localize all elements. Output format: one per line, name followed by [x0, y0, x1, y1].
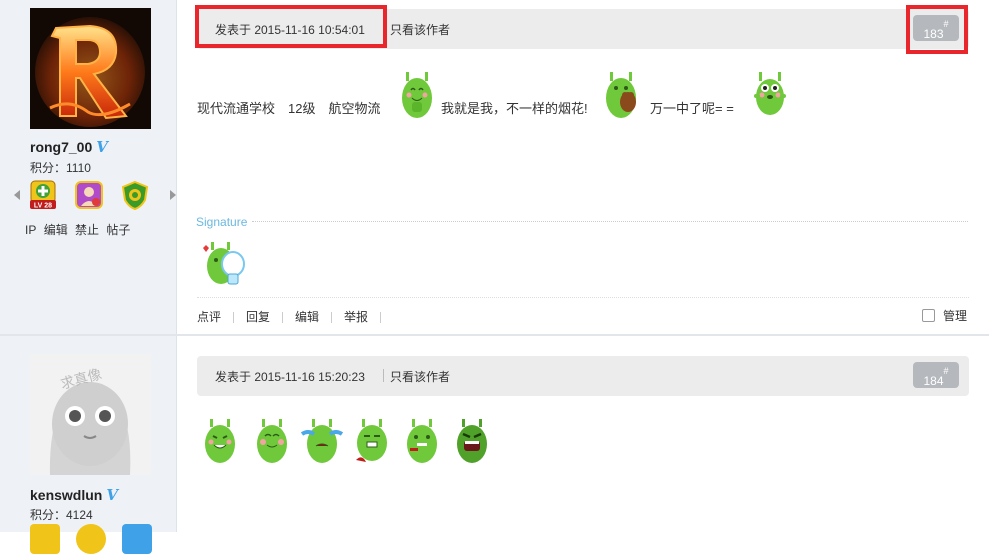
post-header: 发表于 2015-11-16 15:20:23 只看该作者 184#: [197, 356, 969, 396]
verified-v-icon: V: [96, 138, 108, 156]
signature-label: Signature: [196, 215, 248, 229]
user-tools: IP 编辑 禁止 帖子: [25, 221, 134, 238]
default-avatar-image: 求真像: [30, 354, 151, 475]
user-medal-icon[interactable]: [76, 524, 106, 554]
reply-button[interactable]: 回复: [246, 310, 270, 324]
verified-v-icon: V: [106, 486, 118, 504]
post-actions: 点评 回复 编辑 举报: [197, 308, 393, 325]
action-separator: [380, 312, 382, 324]
fire-letter-r-avatar-image: [30, 8, 151, 129]
green-monster-emoji-icon: [352, 416, 392, 469]
green-monster-emoji-icon: [300, 416, 344, 469]
manage-label: 管理: [943, 309, 968, 323]
medal-next-arrow-icon[interactable]: [170, 190, 176, 200]
level-medal-icon[interactable]: [30, 524, 60, 554]
user-score: 积分：4124: [30, 508, 93, 522]
medal-carousel: [30, 524, 168, 554]
report-button[interactable]: 举报: [344, 310, 368, 324]
comment-button[interactable]: 点评: [197, 310, 221, 324]
post-text-3: 万一中了呢= =: [650, 101, 734, 116]
username-link[interactable]: rong7_00: [30, 139, 92, 155]
avatar[interactable]: [30, 8, 151, 129]
green-monster-emoji-icon: [400, 70, 434, 123]
floor-number-badge[interactable]: 184#: [913, 362, 959, 388]
medal-prev-arrow-icon[interactable]: [14, 190, 20, 200]
username[interactable]: rong7_00 V: [30, 138, 108, 156]
avatar[interactable]: 求真像: [30, 354, 151, 475]
tool-ip[interactable]: IP: [25, 223, 36, 237]
post-text-1: 现代流通学校 12级 航空物流: [197, 101, 381, 116]
post-time: 发表于 2015-11-16 15:20:23: [215, 370, 365, 384]
username-link[interactable]: kenswdlun: [30, 487, 102, 503]
only-author-link[interactable]: 只看该作者: [390, 21, 450, 38]
green-monster-emoji-icon: [200, 416, 240, 469]
action-separator: [282, 312, 284, 324]
medal-carousel: LV 28: [14, 180, 176, 211]
shield-medal-icon[interactable]: [122, 524, 152, 554]
green-monster-emoji-icon: [752, 70, 788, 123]
floor-number: 184: [923, 374, 944, 388]
username[interactable]: kenswdlun V: [30, 486, 118, 504]
green-monster-emoji-icon: [203, 238, 247, 289]
manage-checkbox[interactable]: [922, 309, 935, 322]
tool-edit[interactable]: 编辑: [44, 223, 68, 237]
post-divider: [0, 334, 989, 336]
post-text-2: 我就是我，不一样的烟花!: [441, 101, 588, 116]
tool-posts[interactable]: 帖子: [106, 223, 130, 237]
header-separator: [383, 369, 384, 382]
actions-divider: [197, 297, 969, 298]
tool-ban[interactable]: 禁止: [75, 223, 99, 237]
level-medal-icon[interactable]: LV 28: [28, 180, 58, 210]
only-author-link[interactable]: 只看该作者: [390, 368, 450, 385]
highlight-box-time: [195, 5, 387, 48]
green-monster-emoji-icon: [402, 416, 442, 469]
green-monster-emoji-icon: [452, 416, 492, 469]
svg-text:LV 28: LV 28: [34, 203, 52, 210]
floor-mark: #: [943, 366, 949, 376]
action-separator: [233, 312, 235, 324]
shield-medal-icon[interactable]: [120, 180, 150, 211]
green-monster-emoji-icon: [252, 416, 292, 469]
user-score: 积分：1110: [30, 161, 91, 175]
highlight-box-floor: [906, 5, 968, 54]
green-monster-emoji-icon: [604, 70, 640, 123]
signature-divider: [252, 221, 968, 222]
user-medal-icon[interactable]: [74, 180, 104, 210]
manage-control[interactable]: 管理: [922, 307, 967, 324]
action-separator: [331, 312, 333, 324]
edit-button[interactable]: 编辑: [295, 310, 319, 324]
